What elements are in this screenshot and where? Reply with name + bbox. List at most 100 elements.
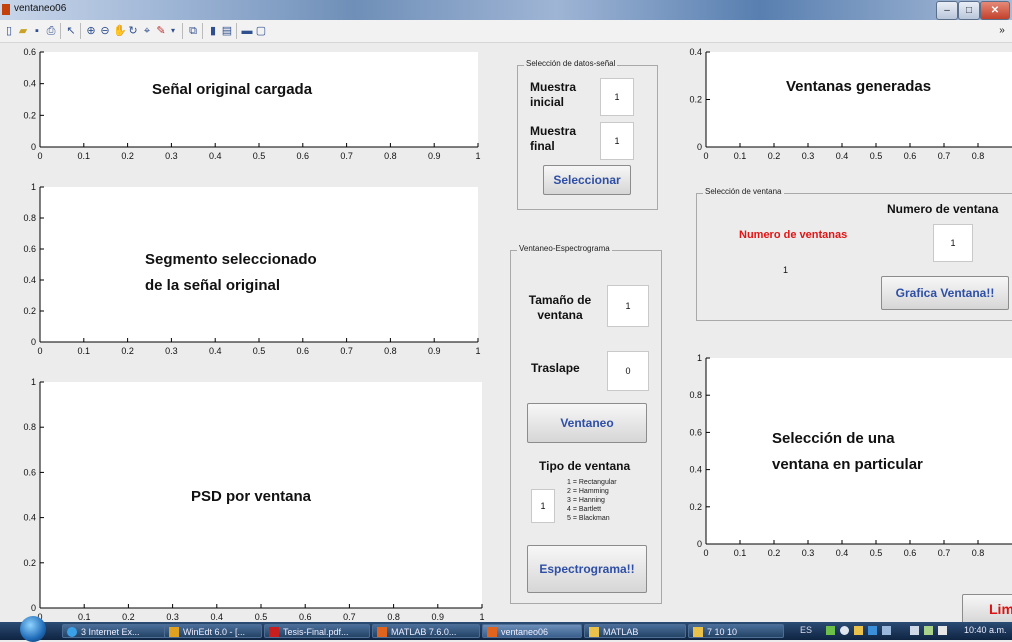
tipo-ventana-input[interactable]: 1 [531, 489, 555, 523]
segment-label: Segmento seleccionado de la señal origin… [145, 247, 317, 299]
tipo-option-5: 5 = Blackman [567, 515, 610, 522]
axes-generated-windows[interactable]: 0 0.1 0.2 0.3 0.4 0.5 0.6 0.7 0.8 0 0.2 0.4 Ventana… [689, 47, 1012, 161]
tray-power-icon[interactable] [910, 626, 919, 635]
brush-icon[interactable]: ✎ [155, 25, 167, 37]
tray-security-icon[interactable] [854, 626, 863, 635]
dock-icon[interactable]: ▢ [255, 25, 267, 37]
seleccionar-button[interactable]: Seleccionar [543, 165, 631, 195]
x-tick-label: 0.6 [297, 346, 310, 356]
open-icon[interactable]: ▰ [17, 25, 29, 37]
legend-icon[interactable]: ▤ [221, 25, 233, 37]
x-tick-label: 0.1 [734, 151, 747, 161]
axes-selected-segment[interactable]: 0 0.1 0.2 0.3 0.4 0.5 0.6 0.7 0.8 0.9 1 0 0.2 0.4 0.6 0… [23, 182, 480, 356]
x-tick-label: 0 [37, 151, 42, 161]
taskbar-item-pdf[interactable]: Tesis-Final.pdf... [264, 624, 370, 638]
maximize-button[interactable]: □ [958, 1, 980, 20]
figure-toolbar: ▯ ▰ ▪ ⎙ ↖ ⊕ ⊖ ✋ ↻ ⌖ ✎ ▾ ⧉ ▮ ▤ ▬ ▢ » [0, 20, 1012, 43]
data-cursor-icon[interactable]: ⌖ [141, 25, 153, 37]
y-tick-label: 0 [697, 539, 702, 549]
taskbar-item-label: 7 10 10 [707, 627, 738, 637]
matlab-icon [377, 627, 387, 637]
new-icon[interactable]: ▯ [3, 25, 15, 37]
limpiar-button[interactable]: Lim [962, 594, 1012, 624]
x-tick-label: 0.8 [972, 548, 985, 558]
x-tick-label: 0.3 [802, 151, 815, 161]
pointer-icon[interactable]: ↖ [65, 25, 77, 37]
y-tick-label: 1 [31, 182, 36, 192]
folder-icon [693, 627, 703, 637]
x-tick-label: 0.2 [121, 151, 134, 161]
traslape-label: Traslape [531, 361, 580, 375]
panel-window-selection-title: Selección de ventana [703, 187, 784, 196]
y-tick-label: 0.2 [689, 95, 702, 105]
axes-original-signal[interactable]: 0 0.1 0.2 0.3 0.4 0.5 0.6 0.7 0.8 0.9 1 0 0.2 0.4 0.6 … [23, 47, 480, 161]
toolbar-overflow-icon[interactable]: » [996, 25, 1008, 37]
x-tick-label: 0.4 [211, 612, 224, 622]
taskbar-item-internet-explorer[interactable]: 3 Internet Ex... [62, 624, 172, 638]
link-icon[interactable]: ⧉ [187, 25, 199, 37]
zoom-out-icon[interactable]: ⊖ [99, 25, 111, 37]
x-tick-label: 0.6 [904, 151, 917, 161]
x-tick-label: 0.4 [209, 151, 222, 161]
muestra-final-label-line2: final [530, 139, 555, 153]
segment-label-line2: de la señal original [145, 277, 281, 294]
tray-wifi-icon[interactable] [924, 626, 933, 635]
panel-windowing-title: Ventaneo-Espectrograma [517, 244, 612, 253]
taskbar-item-ventaneo06[interactable]: ventaneo06 [482, 624, 582, 638]
print-icon[interactable]: ⎙ [45, 25, 57, 37]
windows-label: Ventanas generadas [786, 78, 932, 95]
axes-psd[interactable]: 0 0.1 0.2 0.3 0.4 0.5 0.6 0.7 0.8 0.9 1 0 0.2 0.4 0.6 0… [23, 377, 484, 622]
matlab-figure-icon [2, 4, 10, 15]
tray-bluetooth-icon[interactable] [868, 626, 877, 635]
y-tick-label: 0 [31, 603, 36, 613]
axes-selected-window[interactable]: 0 0.1 0.2 0.3 0.4 0.5 0.6 0.7 0.8 0 0.2 0.4 0.6 0.8 1 … [689, 353, 1012, 558]
y-tick-label: 0 [31, 337, 36, 347]
taskbar-item-matlab-760[interactable]: MATLAB 7.6.0... [372, 624, 480, 638]
tipo-option-3: 3 = Hanning [567, 497, 605, 504]
save-icon[interactable]: ▪ [31, 25, 43, 37]
selected-window-label-line1: Selección de una [772, 430, 895, 447]
minimize-button[interactable]: – [936, 1, 958, 20]
ventaneo-button[interactable]: Ventaneo [527, 403, 647, 443]
start-button-icon[interactable] [20, 616, 46, 642]
grafica-ventana-button[interactable]: Grafica Ventana!! [881, 276, 1009, 310]
tray-sync-icon[interactable] [840, 626, 849, 635]
x-tick-label: 0.9 [432, 612, 445, 622]
segment-label-line1: Segmento seleccionado [145, 251, 317, 268]
language-indicator[interactable]: ES [800, 625, 812, 635]
x-tick-label: 0.7 [938, 151, 951, 161]
taskbar-item-label: Tesis-Final.pdf... [283, 627, 349, 637]
x-tick-label: 0.5 [870, 151, 883, 161]
taskbar-item-7-10-10[interactable]: 7 10 10 [688, 624, 784, 638]
x-tick-label: 0.1 [78, 346, 91, 356]
x-tick-label: 0.6 [904, 548, 917, 558]
y-tick-label: 0.2 [23, 306, 36, 316]
tamano-label-line2: ventana [537, 308, 583, 322]
pan-icon[interactable]: ✋ [113, 25, 127, 37]
tray-volume-icon[interactable] [938, 626, 947, 635]
taskbar-item-matlab-folder[interactable]: MATLAB [584, 624, 686, 638]
taskbar-item-label: ventaneo06 [501, 627, 549, 637]
plot-tools-icon[interactable]: ▬ [241, 25, 253, 37]
tipo-option-1: 1 = Rectangular [567, 479, 617, 486]
tray-display-icon[interactable] [882, 626, 891, 635]
tray-network-icon[interactable] [826, 626, 835, 635]
espectrograma-button[interactable]: Espectrograma!! [527, 545, 647, 593]
x-tick-label: 0.2 [121, 346, 134, 356]
traslape-input[interactable]: 0 [607, 351, 649, 391]
colorbar-icon[interactable]: ▮ [207, 25, 219, 37]
muestra-final-input[interactable]: 1 [600, 122, 634, 160]
close-button[interactable]: ✕ [980, 1, 1010, 20]
taskbar-clock[interactable]: 10:40 a.m. [964, 625, 1007, 635]
zoom-in-icon[interactable]: ⊕ [85, 25, 97, 37]
muestra-inicial-input[interactable]: 1 [600, 78, 634, 116]
x-tick-label: 0.9 [428, 346, 441, 356]
brush-dropdown-icon[interactable]: ▾ [167, 25, 179, 37]
taskbar-item-winedt[interactable]: WinEdt 6.0 - [... [164, 624, 262, 638]
windows-taskbar: 3 Internet Ex... WinEdt 6.0 - [... Tesis… [0, 616, 1012, 642]
tamano-ventana-input[interactable]: 1 [607, 285, 649, 327]
y-tick-label: 0.6 [23, 47, 36, 57]
rotate-icon[interactable]: ↻ [127, 25, 139, 37]
ie-icon [67, 627, 77, 637]
numero-ventana-input[interactable]: 1 [933, 224, 973, 262]
